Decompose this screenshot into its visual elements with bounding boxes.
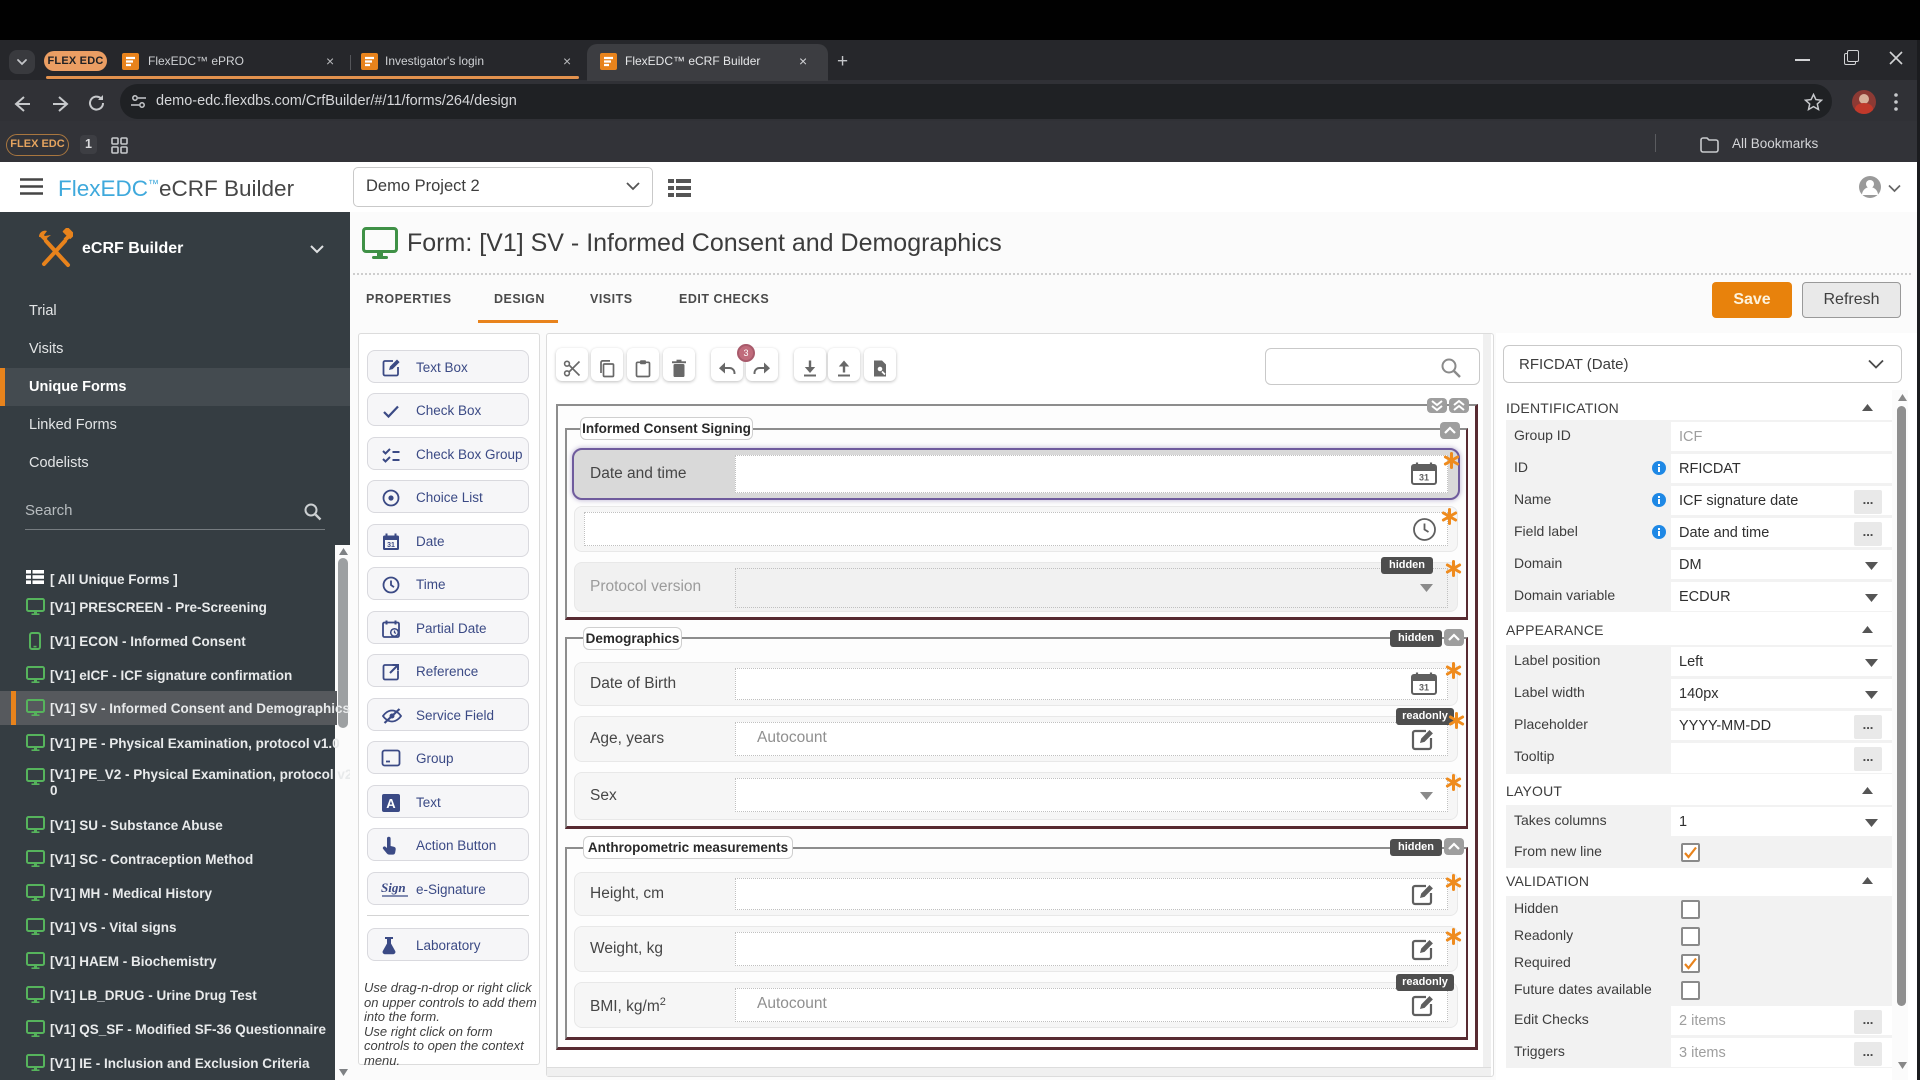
svg-text:31: 31 (387, 542, 395, 549)
svg-text:31: 31 (1419, 473, 1429, 483)
svg-text:Sign: Sign (381, 880, 406, 895)
svg-text:31: 31 (1419, 683, 1429, 693)
svg-text:A: A (386, 796, 396, 811)
